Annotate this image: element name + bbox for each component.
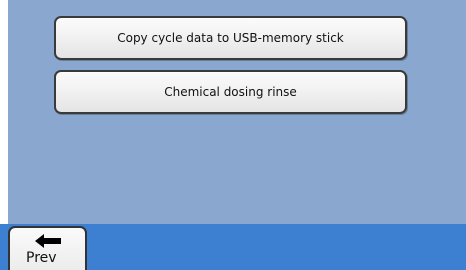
left-arrow-icon	[35, 234, 61, 248]
prev-label: Prev	[26, 250, 57, 266]
chemical-dosing-rinse-button[interactable]: Chemical dosing rinse	[54, 70, 407, 114]
copy-cycle-data-button[interactable]: Copy cycle data to USB-memory stick	[54, 16, 407, 60]
chemical-dosing-rinse-label: Chemical dosing rinse	[164, 85, 297, 99]
app-screen: Copy cycle data to USB-memory stick Chem…	[0, 0, 466, 270]
copy-cycle-data-label: Copy cycle data to USB-memory stick	[117, 31, 344, 45]
prev-button[interactable]: Prev	[8, 226, 87, 270]
